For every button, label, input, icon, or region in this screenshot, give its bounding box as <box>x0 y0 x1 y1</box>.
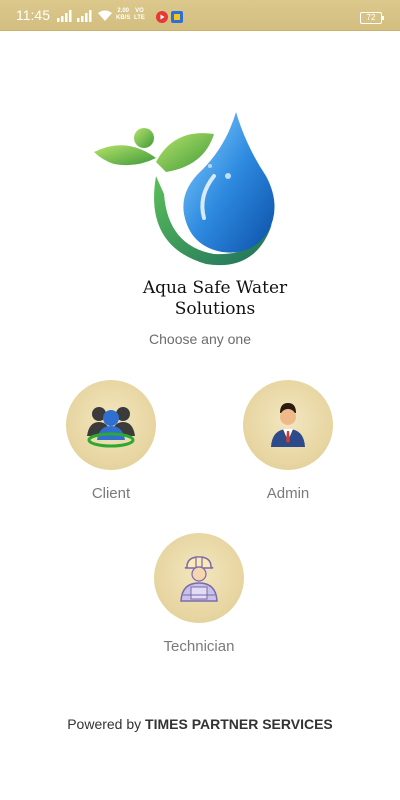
signal-icon <box>77 10 92 22</box>
aqua-logo <box>94 112 275 266</box>
company-name: TIMES PARTNER SERVICES <box>145 716 333 732</box>
choose-prompt: Choose any one <box>149 331 251 347</box>
client-role-button[interactable]: Client <box>51 380 171 502</box>
powered-by-footer: Powered by TIMES PARTNER SERVICES <box>0 716 400 732</box>
technician-avatar[interactable] <box>154 533 244 623</box>
signal-icon <box>57 10 72 22</box>
network-speed: 2.00 KB/S <box>116 8 131 21</box>
status-time: 11:45 <box>16 7 50 23</box>
admin-role-button[interactable]: Admin <box>228 380 348 502</box>
battery-indicator: 72 <box>360 12 384 24</box>
admin-avatar[interactable] <box>243 380 333 470</box>
volte-indicator: VO LTE <box>134 8 145 21</box>
app-notification-icon <box>171 11 183 23</box>
worker-helmet-icon <box>180 556 218 602</box>
youtube-icon <box>156 11 168 23</box>
client-label: Client <box>91 485 131 502</box>
client-avatar[interactable] <box>66 380 156 470</box>
status-icons <box>57 8 113 24</box>
technician-role-button[interactable]: Technician <box>139 533 259 655</box>
businessman-icon <box>271 403 305 447</box>
admin-label: Admin <box>266 485 310 502</box>
technician-label: Technician <box>163 638 235 655</box>
users-group-icon <box>87 407 135 448</box>
status-bar: 11:45 2.00 KB/S VO LTE 72 <box>0 0 400 31</box>
brand-title: Aqua Safe Water Solutions <box>142 278 288 319</box>
powered-by-prefix: Powered by <box>67 716 146 732</box>
wifi-icon <box>98 10 112 21</box>
